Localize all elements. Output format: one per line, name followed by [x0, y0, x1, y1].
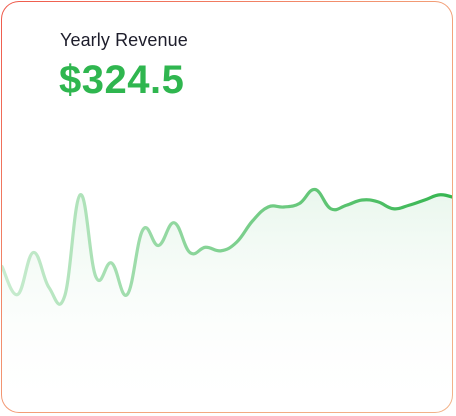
revenue-card: Yearly Revenue $324.5	[1, 1, 453, 413]
chart-area	[2, 189, 452, 412]
revenue-chart	[2, 187, 452, 412]
